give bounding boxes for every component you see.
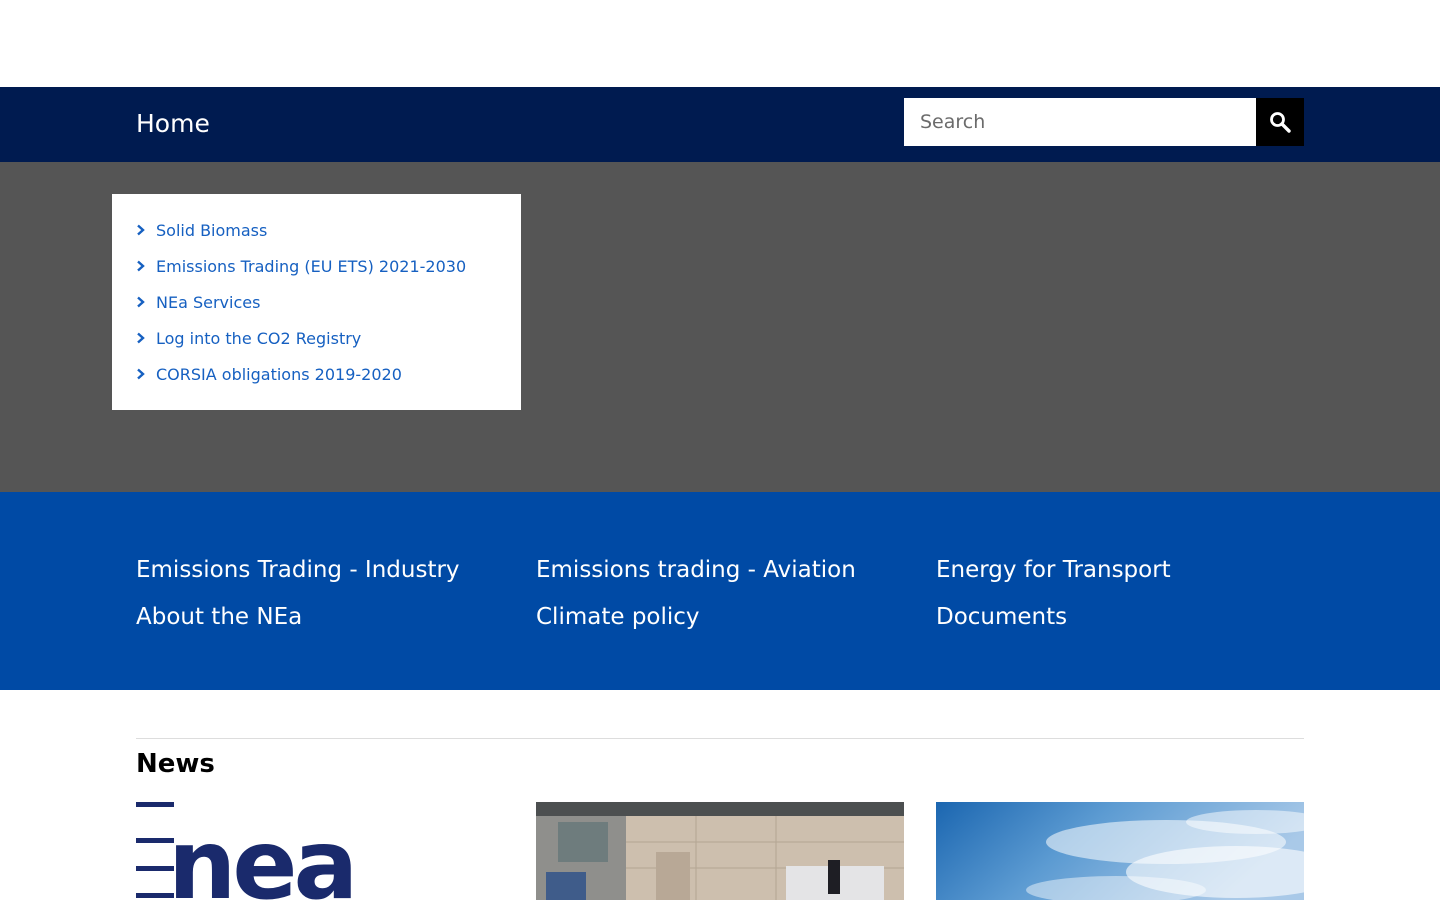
hero-banner: Solid Biomass Emissions Trading (EU ETS)… bbox=[0, 162, 1440, 492]
quicklink-label: CORSIA obligations 2019-2020 bbox=[156, 364, 402, 384]
quicklink-item: CORSIA obligations 2019-2020 bbox=[136, 356, 521, 392]
chevron-right-icon bbox=[137, 260, 145, 272]
sky-photo bbox=[936, 802, 1304, 900]
news-section: News nea bbox=[0, 690, 1440, 900]
chevron-right-icon bbox=[137, 296, 145, 308]
nea-logo: nea bbox=[136, 802, 358, 900]
quicklinks-panel: Solid Biomass Emissions Trading (EU ETS)… bbox=[112, 194, 521, 410]
search-input[interactable] bbox=[904, 98, 1256, 146]
quicklink-label: Log into the CO2 Registry bbox=[156, 328, 362, 348]
search-icon bbox=[1270, 112, 1291, 133]
chevron-right-icon bbox=[137, 224, 145, 236]
quicklinks-list: Solid Biomass Emissions Trading (EU ETS)… bbox=[112, 194, 521, 392]
quicklink-nea-services[interactable]: NEa Services bbox=[136, 293, 260, 312]
top-header bbox=[0, 0, 1440, 87]
news-card-1[interactable]: nea bbox=[136, 802, 504, 900]
svg-text:nea: nea bbox=[168, 809, 354, 900]
news-heading: News bbox=[136, 749, 215, 779]
building-photo bbox=[536, 802, 904, 900]
chevron-right-icon bbox=[137, 368, 145, 380]
news-card-2[interactable] bbox=[536, 802, 904, 900]
quicklink-item: NEa Services bbox=[136, 284, 521, 320]
quicklink-item: Solid Biomass bbox=[136, 212, 521, 248]
quicklink-emissions-trading[interactable]: Emissions Trading (EU ETS) 2021-2030 bbox=[136, 257, 466, 276]
topic-climate-policy[interactable]: Climate policy bbox=[536, 601, 700, 633]
quicklink-label: NEa Services bbox=[156, 292, 261, 312]
topic-emissions-trading-aviation[interactable]: Emissions trading - Aviation bbox=[536, 554, 856, 586]
quicklink-solid-biomass[interactable]: Solid Biomass bbox=[136, 221, 267, 240]
news-card-3[interactable] bbox=[936, 802, 1304, 900]
quicklink-corsia[interactable]: CORSIA obligations 2019-2020 bbox=[136, 365, 402, 384]
topic-about-nea[interactable]: About the NEa bbox=[136, 601, 302, 633]
quicklink-co2-registry[interactable]: Log into the CO2 Registry bbox=[136, 329, 361, 348]
topic-documents[interactable]: Documents bbox=[936, 601, 1067, 633]
home-link[interactable]: Home bbox=[136, 106, 210, 142]
topic-energy-for-transport[interactable]: Energy for Transport bbox=[936, 554, 1171, 586]
search-button[interactable] bbox=[1256, 98, 1304, 146]
quicklink-item: Emissions Trading (EU ETS) 2021-2030 bbox=[136, 248, 521, 284]
news-divider bbox=[136, 738, 1304, 739]
main-navbar: Home bbox=[0, 87, 1440, 162]
chevron-right-icon bbox=[137, 332, 145, 344]
topic-emissions-trading-industry[interactable]: Emissions Trading - Industry bbox=[136, 554, 460, 586]
quicklink-label: Emissions Trading (EU ETS) 2021-2030 bbox=[156, 256, 467, 276]
topics-band: Emissions Trading - Industry Emissions t… bbox=[0, 492, 1440, 690]
quicklink-item: Log into the CO2 Registry bbox=[136, 320, 521, 356]
quicklink-label: Solid Biomass bbox=[156, 220, 268, 240]
